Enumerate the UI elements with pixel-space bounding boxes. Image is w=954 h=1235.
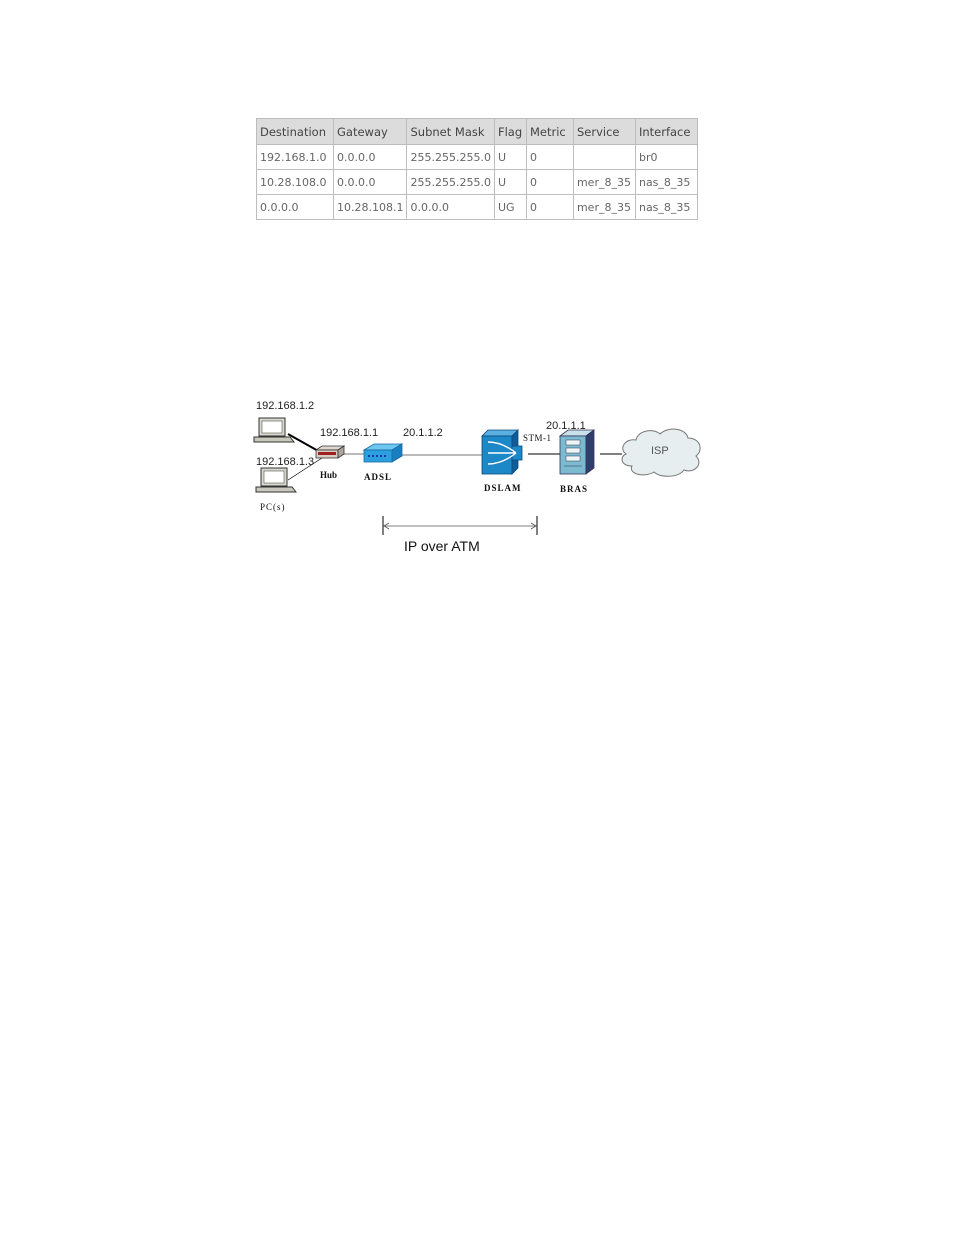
cell-interface: nas_8_35 [634,194,698,220]
cell-service [572,144,636,170]
wan-ip-label: 20.1.1.2 [403,427,443,439]
cell-flag: U [493,144,527,170]
pc2-icon [255,467,298,493]
span-arrow [382,516,538,535]
dslam-label: DSLAM [484,483,522,493]
cell-metric: 0 [525,194,574,220]
link-pc1-hub [287,433,321,453]
cell-flag: UG [493,194,527,220]
cell-gateway: 0.0.0.0 [332,169,408,195]
header-destination: Destination [256,118,334,145]
stm-label: STM-1 [523,433,552,443]
adsl-modem-icon [362,443,404,463]
adsl-label: ADSL [364,472,393,482]
cell-subnet-mask: 0.0.0.0 [406,194,495,220]
dslam-icon [481,429,523,475]
hub-label: Hub [320,470,338,480]
header-interface: Interface [634,118,698,145]
header-gateway: Gateway [332,118,408,145]
cell-subnet-mask: 255.255.255.0 [406,144,495,170]
cell-gateway: 10.28.108.1 [332,194,408,220]
table-row: 192.168.1.0 0.0.0.0 255.255.255.0 U 0 br… [256,144,698,170]
pc1-icon [253,417,296,443]
header-flag: Flag [493,118,527,145]
cell-flag: U [493,169,527,195]
bras-label: BRAS [560,484,589,494]
hub-icon [314,445,346,459]
cell-interface: nas_8_35 [634,169,698,195]
table-header-row: Destination Gateway Subnet Mask Flag Met… [256,118,698,145]
cell-subnet-mask: 255.255.255.0 [406,169,495,195]
lan-ip-label: 192.168.1.1 [320,427,379,439]
table-row: 10.28.108.0 0.0.0.0 255.255.255.0 U 0 me… [256,169,698,195]
diagram-canvas [253,417,701,535]
pcs-label: PC(s) [260,502,286,512]
pc1-ip-label: 192.168.1.2 [256,400,315,412]
cell-service: mer_8_35 [572,194,636,220]
cell-destination: 192.168.1.0 [256,144,334,170]
cell-destination: 0.0.0.0 [256,194,334,220]
routing-table: Destination Gateway Subnet Mask Flag Met… [256,118,698,220]
header-metric: Metric [525,118,574,145]
bras-server-icon [558,429,596,475]
cell-metric: 0 [525,144,574,170]
header-subnet-mask: Subnet Mask [406,118,495,145]
pc2-ip-label: 192.168.1.3 [256,456,315,468]
network-diagram: 192.168.1.2 192.168.1.3 PC(s) Hub 192.16… [240,390,720,570]
cell-service: mer_8_35 [572,169,636,195]
header-service: Service [572,118,636,145]
isp-label: ISP [651,445,669,457]
cell-destination: 10.28.108.0 [256,169,334,195]
cell-interface: br0 [634,144,698,170]
table-row: 0.0.0.0 10.28.108.1 0.0.0.0 UG 0 mer_8_3… [256,194,698,220]
span-label: IP over ATM [404,538,480,554]
cell-metric: 0 [525,169,574,195]
bras-ip-label: 20.1.1.1 [546,420,586,432]
cell-gateway: 0.0.0.0 [332,144,408,170]
